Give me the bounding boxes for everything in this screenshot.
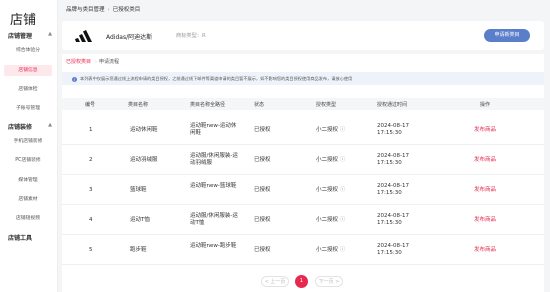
auth-type-text: 小二授权 [316, 247, 339, 253]
cell-status: 已授权 [254, 247, 271, 253]
table-row: 4 运动T恤 运动服/休闲服装-运动T恤 已授权 小二授权 ⓘ 2024-08-… [62, 206, 544, 235]
col-header-name: 类目名称 [128, 102, 149, 108]
help-icon[interactable]: ⓘ [340, 247, 346, 253]
cell-status: 已授权 [254, 187, 271, 193]
table-header: 编号 类目名称 类目名称全路径 状态 授权类型 授权通过时间 操作 [62, 98, 544, 110]
prev-page-button[interactable]: < 上一页 [261, 276, 289, 287]
apply-new-category-button[interactable]: 申请新类目 [484, 29, 530, 42]
cell-name: 跑步鞋 [130, 247, 147, 253]
table-row: 3 篮球鞋 运动鞋new-篮球鞋 已授权 小二授权 ⓘ 2024-08-17 1… [62, 176, 544, 205]
table-row: 1 运动休闲鞋 运动鞋new-运动休闲鞋 已授权 小二授权 ⓘ 2024-08-… [62, 116, 544, 145]
cell-status: 已授权 [254, 127, 271, 133]
notice-bar: i 本列表中仅展示您通过线上流程申请的类目授权，之前通过线下邮件等渠道申请的类目暂… [62, 72, 544, 85]
cell-auth-type: 小二授权 ⓘ [316, 217, 345, 224]
publish-product-link[interactable]: 发布商品 [474, 157, 496, 164]
sidebar-item-short-video[interactable]: 店铺短视频 [4, 213, 52, 224]
sidebar-item-sub-accounts[interactable]: 子账号管理 [4, 103, 52, 114]
main-panel: 已授权类目 › 申请流程 i 本列表中仅展示您通过线上流程申请的类目授权，之前通过线下… [62, 54, 544, 292]
table-row: 2 运动羽绒服 运动服/休闲服装-运动羽绒服 已授权 小二授权 ⓘ 2024-0… [62, 146, 544, 175]
info-icon: i [72, 76, 77, 82]
cell-name: 运动T恤 [130, 217, 150, 223]
chevron-up-icon: ▲ [48, 31, 52, 37]
sidebar-title: 店铺 [10, 13, 37, 28]
sidebar-item-shop-materials[interactable]: 店铺素材 [4, 194, 52, 205]
auth-type-text: 小二授权 [316, 127, 339, 133]
sidebar-group-shop-management[interactable]: 店铺管理 ▲ [8, 31, 54, 40]
cell-auth-type: 小二授权 ⓘ [316, 157, 345, 164]
sidebar-item-shop-info[interactable]: 店铺信息 [4, 65, 52, 76]
help-icon[interactable]: ⓘ [340, 157, 346, 163]
sidebar: 店铺 店铺管理 ▲ 综合体验分 店铺信息 店铺体检 子账号管理 店铺装修 ▲ 手… [0, 0, 58, 292]
chevron-up-icon: ▲ [48, 122, 52, 128]
cell-auth-time: 2024-08-17 17:15:30 [377, 153, 409, 166]
publish-product-link[interactable]: 发布商品 [474, 127, 496, 134]
auth-type-text: 小二授权 [316, 157, 339, 163]
cell-path: 运动鞋new-跑步鞋 [190, 243, 237, 249]
sidebar-group-label: 店铺管理 [8, 33, 33, 40]
adidas-logo-icon [75, 30, 92, 42]
breadcrumb-separator-icon: › [107, 7, 110, 13]
table-row: 5 跑步鞋 运动鞋new-跑步鞋 已授权 小二授权 ⓘ 2024-08-17 1… [62, 236, 544, 265]
col-header-auth-type: 授权类型 [316, 102, 337, 108]
cell-auth-type: 小二授权 ⓘ [316, 127, 345, 134]
cell-id: 4 [89, 217, 93, 223]
help-icon[interactable]: ⓘ [340, 127, 346, 133]
breadcrumb-current: 已授权类目 [112, 7, 141, 13]
help-icon[interactable]: ⓘ [340, 187, 346, 193]
col-header-auth-time: 授权通过时间 [377, 102, 408, 108]
cell-auth-type: 小二授权 ⓘ [316, 187, 345, 194]
col-header-status: 状态 [254, 102, 265, 108]
cell-name: 运动休闲鞋 [130, 127, 158, 133]
sidebar-item-experience-score[interactable]: 综合体验分 [4, 45, 52, 56]
cell-auth-time: 2024-08-17 17:15:30 [377, 243, 409, 256]
cell-status: 已授权 [254, 217, 271, 223]
brand-name: Adidas/阿迪达斯 [106, 34, 153, 41]
tabs: 已授权类目 › 申请流程 [66, 58, 129, 65]
breadcrumb: 品牌与类目管理 › 已授权类目 [66, 5, 140, 13]
sidebar-item-pc-decoration[interactable]: PC店铺装修 [4, 155, 52, 166]
cell-auth-time: 2024-08-17 17:15:30 [377, 213, 409, 226]
cell-id: 1 [89, 127, 93, 133]
sidebar-item-shop-checkup[interactable]: 店铺体检 [4, 84, 52, 95]
cell-auth-time: 2024-08-17 17:15:30 [377, 123, 409, 136]
next-page-button[interactable]: 下一页 > [315, 276, 343, 287]
col-header-path: 类目名称全路径 [190, 102, 226, 108]
col-header-id: 编号 [85, 102, 96, 108]
publish-product-link[interactable]: 发布商品 [474, 217, 496, 224]
publish-product-link[interactable]: 发布商品 [474, 187, 496, 194]
brand-card: Adidas/阿迪达斯 商标类型：R 申请新类目 [62, 21, 544, 50]
cell-id: 3 [89, 187, 93, 193]
tab-authorized-categories[interactable]: 已授权类目 [66, 58, 91, 65]
cell-status: 已授权 [254, 157, 271, 163]
auth-type-text: 小二授权 [316, 187, 339, 193]
cell-id: 2 [89, 157, 93, 163]
sidebar-item-mobile-decoration[interactable]: 手机店铺装修 [4, 136, 52, 147]
col-header-action: 操作 [480, 102, 491, 108]
sidebar-group-label: 店铺装修 [8, 124, 33, 131]
page-1-button[interactable]: 1 [295, 275, 308, 288]
tab-application-process[interactable]: 申请流程 [99, 58, 119, 65]
help-icon[interactable]: ⓘ [340, 217, 346, 223]
sidebar-group-shop-decoration[interactable]: 店铺装修 ▲ [8, 122, 54, 131]
publish-product-link[interactable]: 发布商品 [474, 247, 496, 254]
notice-text: 本列表中仅展示您通过线上流程申请的类目授权，之前通过线下邮件等渠道申请的类目暂不… [80, 76, 353, 81]
cell-auth-type: 小二授权 ⓘ [316, 247, 345, 254]
sidebar-group-label: 店铺工具 [8, 235, 33, 242]
tab-separator-icon: › [95, 59, 98, 65]
brand-type: 商标类型：R [176, 33, 206, 39]
cell-path: 运动鞋new-篮球鞋 [190, 183, 237, 189]
cell-name: 运动羽绒服 [130, 157, 158, 163]
cell-path: 运动服/休闲服装-运动羽绒服 [190, 153, 238, 166]
sidebar-group-shop-tools[interactable]: 店铺工具 [8, 233, 54, 242]
auth-type-text: 小二授权 [316, 217, 339, 223]
cell-name: 篮球鞋 [130, 187, 147, 193]
cell-auth-time: 2024-08-17 17:15:30 [377, 183, 409, 196]
sidebar-item-media-management[interactable]: 媒体管理 [4, 175, 52, 186]
cell-id: 5 [89, 247, 93, 253]
cell-path: 运动服/休闲服装-运动T恤 [190, 213, 238, 226]
breadcrumb-parent[interactable]: 品牌与类目管理 [66, 7, 105, 13]
cell-path: 运动鞋new-运动休闲鞋 [190, 123, 237, 136]
